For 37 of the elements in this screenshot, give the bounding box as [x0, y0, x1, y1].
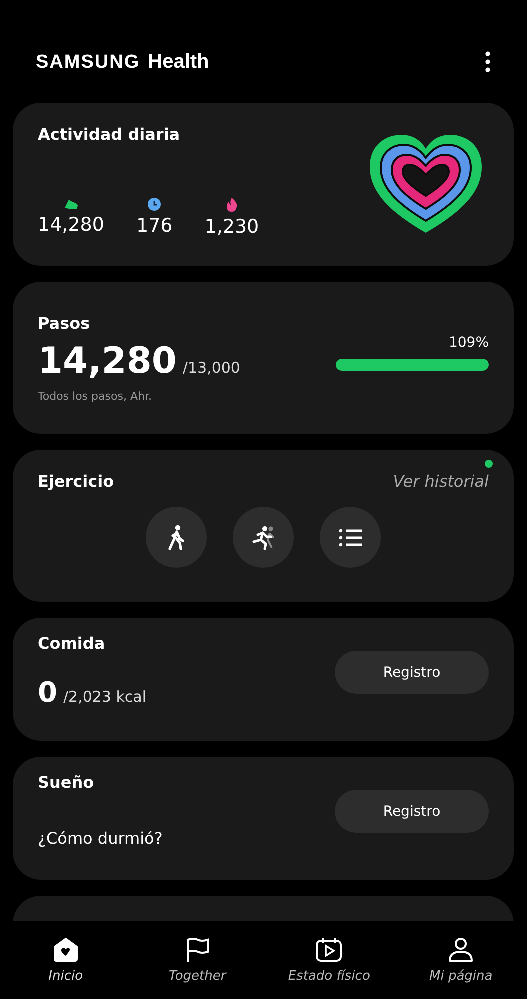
- record-button[interactable]: Registro: [335, 790, 489, 833]
- nav-tab[interactable]: Inicio: [6, 936, 126, 984]
- nav-tab[interactable]: Mi página: [401, 936, 522, 984]
- nav-tab[interactable]: Together: [138, 936, 258, 984]
- food-card[interactable]: Comida 0 /2,023 kcal Registro: [13, 618, 514, 741]
- home-icon: [52, 936, 79, 962]
- activity-card[interactable]: Actividad diaria 14,280 176 1,230: [13, 103, 514, 266]
- calories-goal: /2,023 kcal: [63, 688, 147, 706]
- steps-note: Todos los pasos, Ahr.: [38, 390, 153, 402]
- running-icon: [250, 526, 276, 550]
- card-title: Ejercicio: [38, 472, 114, 491]
- person-icon: [448, 936, 474, 962]
- card-title: Actividad diaria: [38, 125, 182, 144]
- percent-label: 109%: [448, 335, 489, 351]
- stat-value: 176: [136, 215, 173, 237]
- card-title: Comida: [38, 634, 106, 653]
- steps-count: 14,280: [38, 340, 177, 382]
- steps-card[interactable]: Pasos 14,280 /13,000 Todos los pasos, Ahr. 109%: [13, 282, 514, 434]
- sleep-question: ¿Cómo durmió?: [38, 829, 163, 848]
- nav-tab[interactable]: Estado físico: [269, 936, 390, 984]
- more-options-icon[interactable]: [485, 51, 491, 73]
- exercise-card[interactable]: Ejercicio Ver historial: [13, 450, 514, 602]
- calories-value: 0: [38, 676, 58, 709]
- history-link[interactable]: Ver historial: [393, 472, 489, 491]
- stat-value: 1,230: [204, 216, 260, 238]
- brand-logo: SAMSUNG: [36, 52, 140, 74]
- calendar-play-icon: [315, 936, 344, 962]
- app-title: Health: [148, 50, 210, 74]
- list-icon: [338, 528, 362, 546]
- walking-icon: [168, 524, 186, 550]
- steps-goal: /13,000: [182, 358, 240, 376]
- flag-icon: [184, 936, 211, 962]
- card-title: Pasos: [38, 314, 92, 332]
- card-title: Sueño: [38, 773, 96, 792]
- sleep-card[interactable]: Sueño ¿Cómo durmió? Registro: [13, 757, 514, 880]
- stat-value: 14,280: [38, 214, 104, 236]
- record-button[interactable]: Registro: [335, 651, 489, 694]
